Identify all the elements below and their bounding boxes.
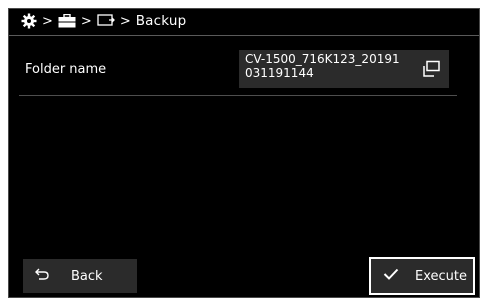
execute-button[interactable]: Execute	[369, 257, 475, 295]
breadcrumb-current: Backup	[135, 13, 187, 29]
toolbox-icon[interactable]	[58, 14, 76, 28]
display-icon[interactable]	[97, 14, 115, 28]
folder-name-value: CV-1500_716K123_20191031191144	[245, 52, 400, 80]
breadcrumb: > > > Backup	[9, 9, 186, 33]
breadcrumb-separator: >	[42, 13, 53, 29]
breadcrumb-separator: >	[119, 13, 131, 29]
checkmark-icon	[383, 268, 399, 284]
back-button[interactable]: Back	[23, 259, 137, 293]
row-divider	[19, 95, 457, 96]
copy-icon[interactable]	[421, 60, 441, 78]
backup-screen: > > > Backup Folder name CV-1500_716K123…	[8, 8, 480, 298]
execute-label: Execute	[415, 268, 467, 284]
folder-name-row: Folder name CV-1500_716K123_201910311911…	[19, 47, 457, 95]
folder-name-label: Folder name	[25, 62, 107, 77]
breadcrumb-separator: >	[80, 13, 92, 29]
gear-icon[interactable]	[21, 13, 37, 29]
back-label: Back	[71, 268, 103, 284]
folder-name-field[interactable]: CV-1500_716K123_20191031191144	[239, 50, 449, 88]
undo-arrow-icon	[35, 268, 49, 284]
header-divider	[9, 35, 479, 36]
